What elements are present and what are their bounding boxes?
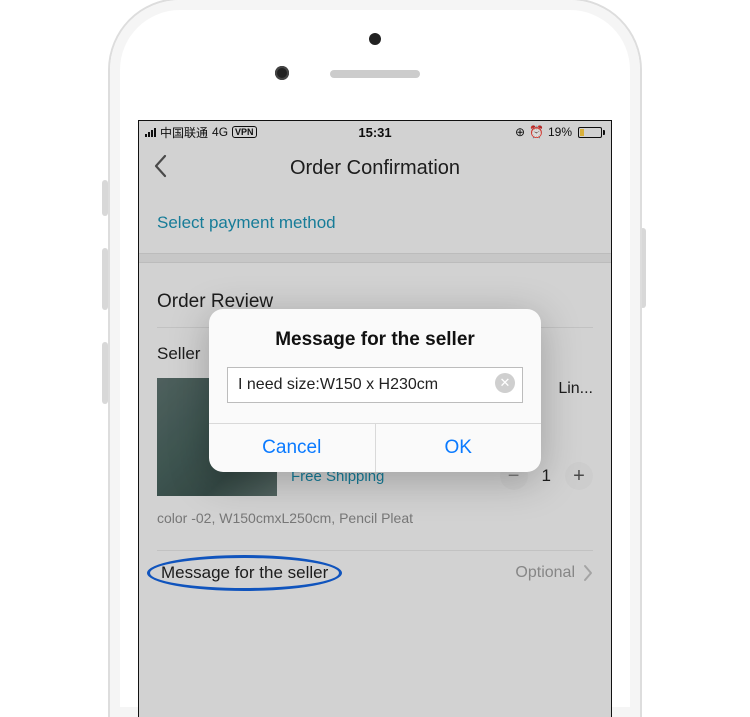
phone-power-button (640, 228, 646, 308)
front-camera (275, 66, 289, 80)
qty-plus-button[interactable]: + (565, 462, 593, 490)
select-payment-method-link[interactable]: Select payment method (139, 193, 611, 253)
message-row-hint: Optional (515, 564, 575, 582)
dialog-title: Message for the seller (209, 309, 541, 367)
phone-side-buttons (102, 180, 108, 436)
ok-button[interactable]: OK (376, 424, 542, 472)
page-title: Order Confirmation (139, 157, 611, 180)
product-variant: color -02, W150cmxL250cm, Pencil Pleat (139, 506, 611, 550)
section-divider (139, 253, 611, 263)
message-dialog: Message for the seller ✕ Cancel OK (209, 309, 541, 472)
battery-icon (576, 127, 605, 138)
clear-input-button[interactable]: ✕ (495, 373, 515, 393)
message-row-label: Message for the seller (161, 563, 328, 582)
seller-message-input[interactable] (227, 367, 523, 403)
phone-speaker (330, 70, 420, 78)
status-time: 15:31 (139, 125, 611, 140)
quantity-value: 1 (542, 466, 551, 486)
chevron-right-icon (583, 559, 593, 587)
message-for-seller-row[interactable]: Message for the seller Optional (139, 551, 611, 595)
screen: 中国联通 4G VPN 15:31 ⊕ ⏰ 19% Order Confirma… (138, 120, 612, 717)
nav-header: Order Confirmation (139, 143, 611, 193)
status-bar: 中国联通 4G VPN 15:31 ⊕ ⏰ 19% (139, 121, 611, 143)
phone-frame: 中国联通 4G VPN 15:31 ⊕ ⏰ 19% Order Confirma… (110, 0, 640, 717)
cancel-button[interactable]: Cancel (209, 424, 376, 472)
sensor-dot (369, 33, 381, 45)
